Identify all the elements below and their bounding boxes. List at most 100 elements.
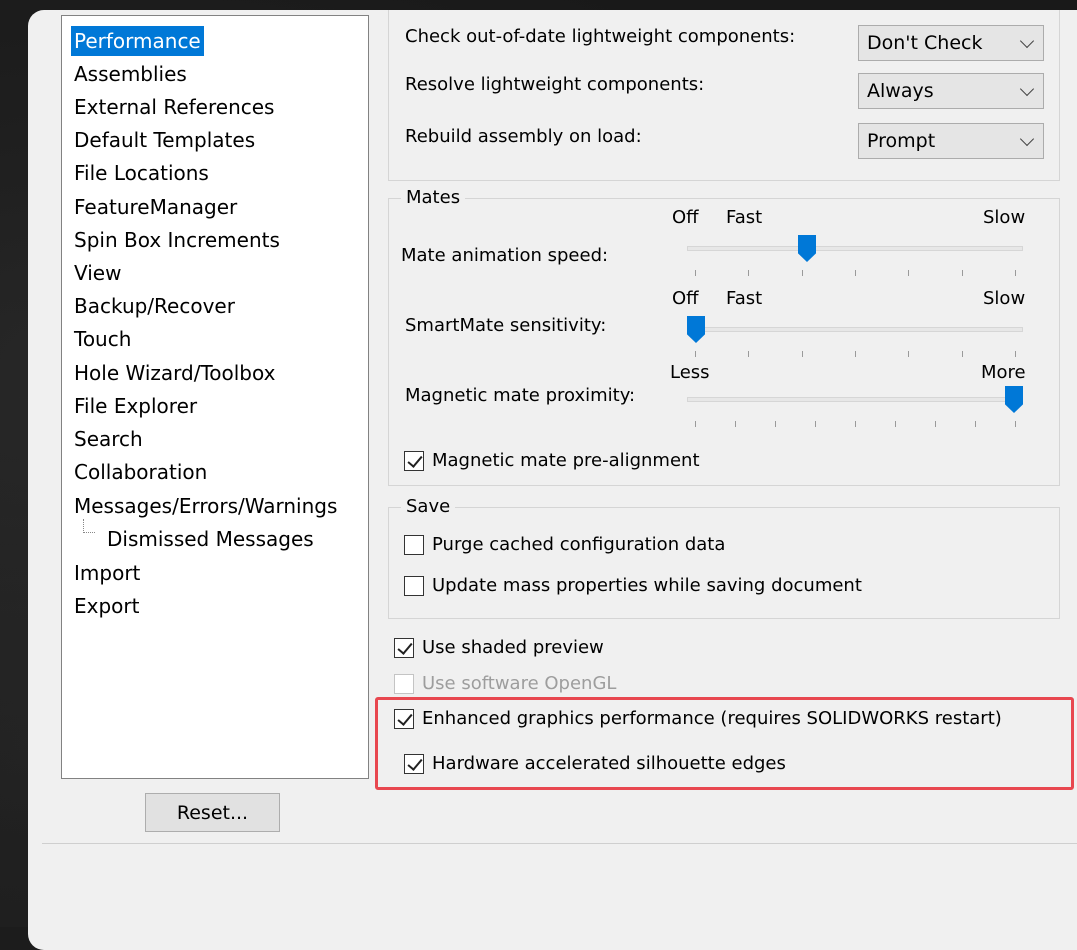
tree-item-collaboration[interactable]: Collaboration <box>71 457 210 487</box>
mates-group-title: Mates <box>401 186 466 210</box>
slider-tick <box>908 270 909 276</box>
rebuild-on-load-dropdown[interactable]: Prompt <box>858 123 1044 159</box>
resolve-lightweight-dropdown[interactable]: Always <box>858 73 1044 109</box>
software-opengl-label: Use software OpenGL <box>422 673 617 694</box>
slider-tick <box>695 351 696 357</box>
shaded-preview-checkbox[interactable] <box>394 638 414 658</box>
tree-item-search[interactable]: Search <box>71 424 146 454</box>
tree-item-hole-wizard-toolbox[interactable]: Hole Wizard/Toolbox <box>71 358 278 388</box>
magnetic-prealignment-label: Magnetic mate pre-alignment <box>432 450 700 471</box>
slider-tick <box>962 270 963 276</box>
tree-item-assemblies[interactable]: Assemblies <box>71 59 190 89</box>
slider-tick <box>802 270 803 276</box>
tree-connector-line <box>83 519 95 533</box>
magnetic-proximity-label: Magnetic mate proximity: <box>405 385 636 406</box>
slider-tick <box>748 270 749 276</box>
smartmate-fast-label: Fast <box>726 288 763 309</box>
check-lightweight-label: Check out-of-date lightweight components… <box>405 26 796 47</box>
silhouette-edges-checkbox[interactable] <box>404 754 424 774</box>
tree-item-touch[interactable]: Touch <box>71 324 134 354</box>
tree-item-external-references[interactable]: External References <box>71 92 277 122</box>
resolve-lightweight-value: Always <box>867 80 934 102</box>
save-group-title: Save <box>401 495 456 519</box>
tree-item-dismissed-messages[interactable]: Dismissed Messages <box>104 524 317 554</box>
enhanced-graphics-label: Enhanced graphics performance (requires … <box>422 708 1002 729</box>
magnetic-proximity-more-label: More <box>981 362 1026 383</box>
animation-speed-slow-label: Slow <box>983 207 1026 228</box>
tree-item-default-templates[interactable]: Default Templates <box>71 125 258 155</box>
checkmark-icon <box>407 452 423 468</box>
smartmate-off-label: Off <box>672 288 699 309</box>
tree-item-file-locations[interactable]: File Locations <box>71 158 212 188</box>
enhanced-graphics-checkbox[interactable] <box>394 709 414 729</box>
save-group: Save Purge cached configuration data Upd… <box>388 495 1060 619</box>
slider-thumb[interactable] <box>1005 386 1023 413</box>
checkmark-icon <box>397 639 413 655</box>
system-options-dialog: Performance Assemblies External Referenc… <box>28 10 1077 950</box>
slider-tick <box>802 351 803 357</box>
update-mass-checkbox[interactable] <box>404 576 424 596</box>
tree-item-spin-box-increments[interactable]: Spin Box Increments <box>71 225 283 255</box>
slider-tick <box>695 270 696 276</box>
resolve-lightweight-label: Resolve lightweight components: <box>405 74 705 95</box>
slider-tick <box>1015 270 1016 276</box>
tree-item-featuremanager[interactable]: FeatureManager <box>71 192 240 222</box>
tree-item-performance[interactable]: Performance <box>71 26 204 56</box>
slider-tick <box>962 351 963 357</box>
slider-tick <box>855 351 856 357</box>
slider-tick <box>855 421 856 427</box>
slider-tick <box>815 421 816 427</box>
smartmate-slow-label: Slow <box>983 288 1026 309</box>
purge-cached-checkbox[interactable] <box>404 535 424 555</box>
chevron-down-icon <box>1019 131 1035 147</box>
tree-item-import[interactable]: Import <box>71 558 143 588</box>
slider-track <box>687 246 1023 251</box>
slider-tick <box>735 421 736 427</box>
tree-item-view[interactable]: View <box>71 258 124 288</box>
purge-cached-label: Purge cached configuration data <box>432 534 726 555</box>
magnetic-prealignment-checkbox[interactable] <box>404 451 424 471</box>
magnetic-proximity-less-label: Less <box>670 362 710 383</box>
update-mass-label: Update mass properties while saving docu… <box>432 575 862 596</box>
checkmark-icon <box>397 710 413 726</box>
slider-track <box>687 397 1023 402</box>
mate-animation-speed-slider[interactable] <box>687 235 1023 286</box>
dialog-separator <box>42 843 1077 844</box>
slider-tick <box>908 351 909 357</box>
animation-speed-off-label: Off <box>672 207 699 228</box>
slider-tick <box>855 270 856 276</box>
assemblies-group: Check out-of-date lightweight components… <box>388 10 1060 181</box>
rebuild-on-load-label: Rebuild assembly on load: <box>405 126 642 147</box>
slider-thumb[interactable] <box>687 316 705 343</box>
tree-item-backup-recover[interactable]: Backup/Recover <box>71 291 238 321</box>
animation-speed-fast-label: Fast <box>726 207 763 228</box>
slider-thumb[interactable] <box>798 235 816 262</box>
check-lightweight-dropdown[interactable]: Don't Check <box>858 25 1044 61</box>
smartmate-sensitivity-label: SmartMate sensitivity: <box>405 315 607 336</box>
slider-tick <box>975 421 976 427</box>
silhouette-edges-label: Hardware accelerated silhouette edges <box>432 753 786 774</box>
smartmate-sensitivity-slider[interactable] <box>687 316 1023 367</box>
check-lightweight-value: Don't Check <box>867 32 983 54</box>
shaded-preview-label: Use shaded preview <box>422 637 604 658</box>
chevron-down-icon <box>1019 81 1035 97</box>
slider-tick <box>775 421 776 427</box>
magnetic-proximity-slider[interactable] <box>687 386 1023 437</box>
slider-tick <box>1015 421 1016 427</box>
slider-tick <box>935 421 936 427</box>
options-category-tree: Performance Assemblies External Referenc… <box>61 15 369 779</box>
reset-button[interactable]: Reset... <box>145 793 280 832</box>
software-opengl-checkbox <box>394 674 414 694</box>
tree-item-file-explorer[interactable]: File Explorer <box>71 391 200 421</box>
checkmark-icon <box>407 755 423 771</box>
mate-animation-speed-label: Mate animation speed: <box>401 245 609 266</box>
tree-item-export[interactable]: Export <box>71 591 142 621</box>
chevron-down-icon <box>1019 33 1035 49</box>
rebuild-on-load-value: Prompt <box>867 130 936 152</box>
slider-tick <box>748 351 749 357</box>
slider-track <box>687 327 1023 332</box>
slider-tick <box>1015 351 1016 357</box>
tree-item-messages-errors-warnings[interactable]: Messages/Errors/Warnings <box>71 491 340 521</box>
slider-tick <box>695 421 696 427</box>
slider-tick <box>895 421 896 427</box>
